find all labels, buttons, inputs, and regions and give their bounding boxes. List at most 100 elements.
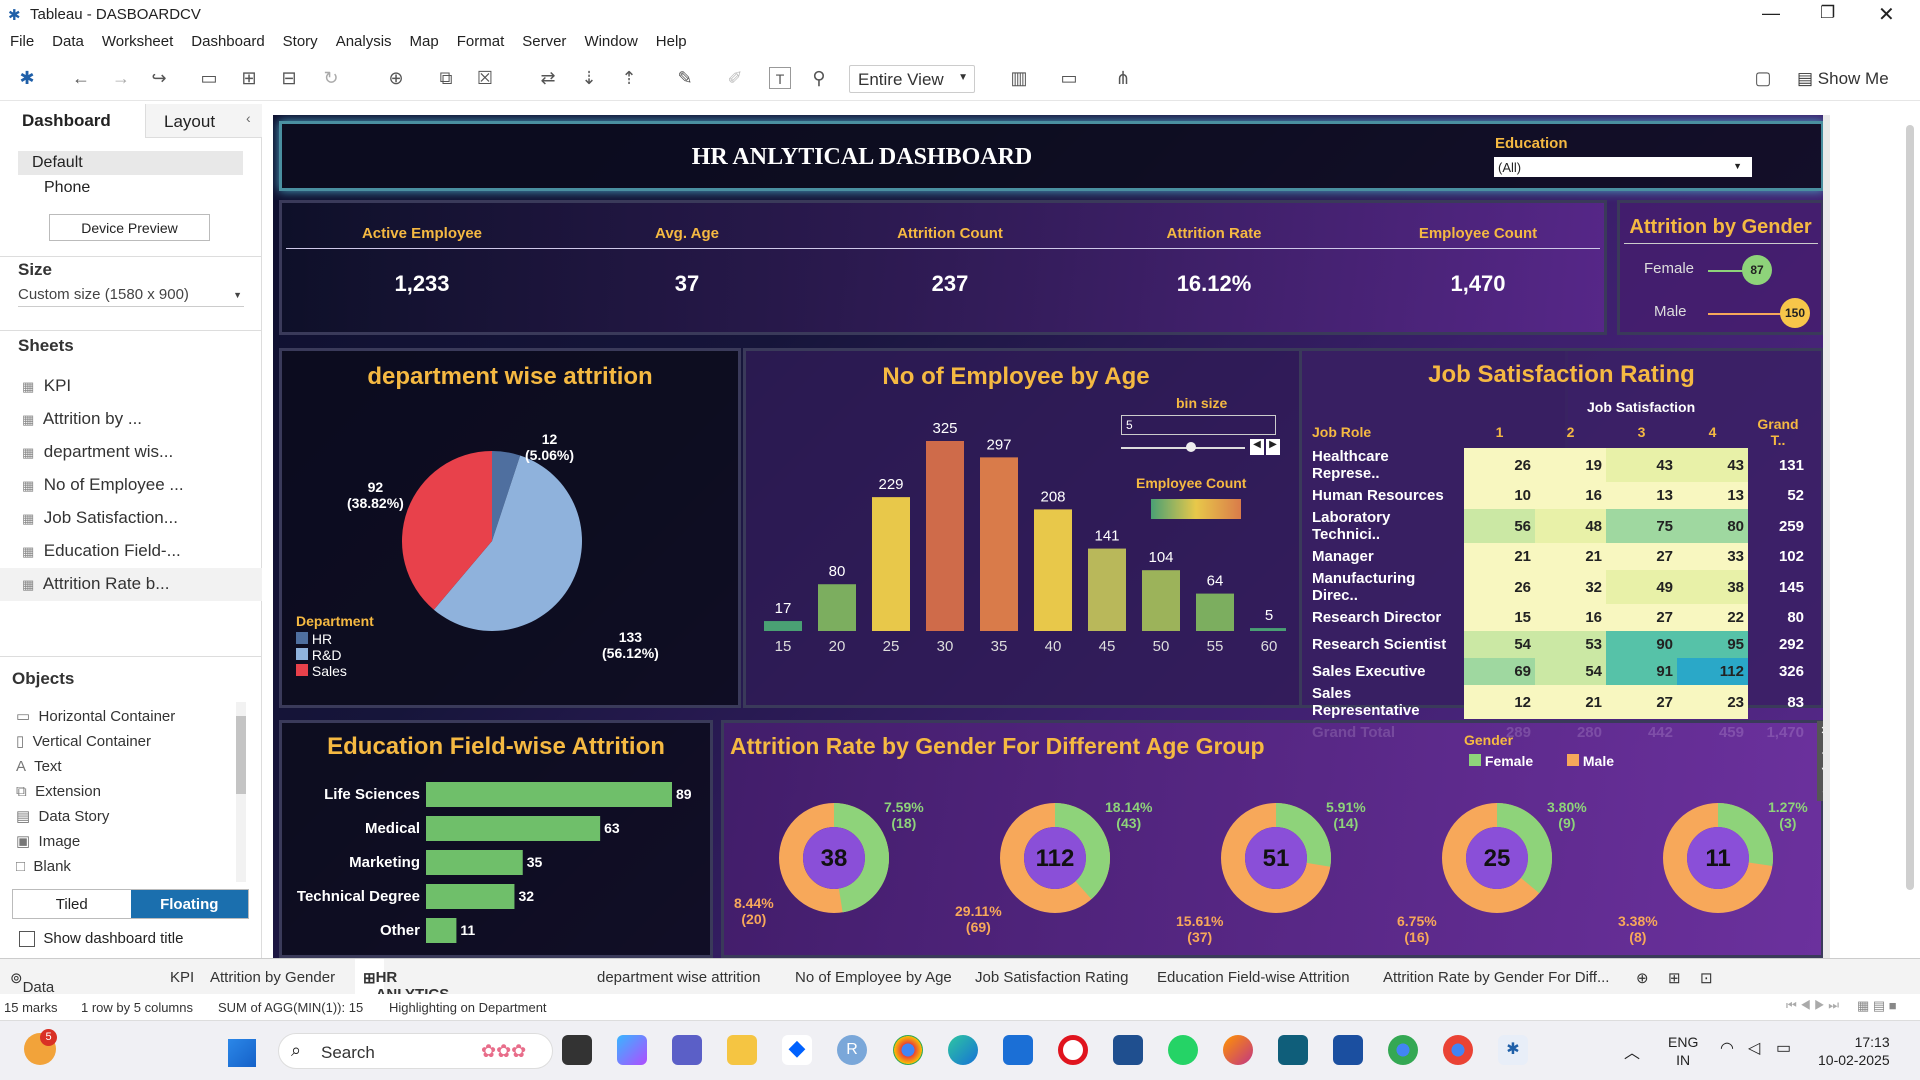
bar-chart-icon[interactable]: ▥ xyxy=(1008,67,1030,89)
tiled-button[interactable]: Tiled xyxy=(13,890,131,918)
volume-icon[interactable]: ◁ xyxy=(1748,1038,1760,1058)
show-me-button[interactable]: ▤ Show Me xyxy=(1797,69,1889,89)
checkbox-box[interactable] xyxy=(19,931,35,948)
presentation-icon[interactable]: ▭ xyxy=(1058,67,1080,89)
age-bar[interactable] xyxy=(818,584,856,631)
job-cell[interactable]: 19 xyxy=(1535,448,1606,482)
age-bar[interactable] xyxy=(1088,548,1126,631)
edu-bar[interactable] xyxy=(426,884,515,909)
sheet-item[interactable]: ▦ Education Field-... xyxy=(22,535,262,568)
canvas-scrollbar[interactable] xyxy=(1823,115,1830,958)
pause-update-icon[interactable]: ⊟ xyxy=(278,67,300,89)
sheet-item[interactable]: ▦ No of Employee ... xyxy=(22,469,262,502)
job-cell[interactable]: 95 xyxy=(1677,631,1748,658)
job-row[interactable]: Sales Representative 12 21 27 23 83 xyxy=(1308,685,1808,719)
menu-server[interactable]: Server xyxy=(512,30,574,50)
bin-size-input[interactable]: 5 xyxy=(1121,415,1276,435)
object-blank[interactable]: □ Blank xyxy=(16,854,175,879)
sort-asc-icon[interactable]: ⇣ xyxy=(578,67,600,89)
menu-dashboard[interactable]: Dashboard xyxy=(181,30,272,50)
task-view-icon[interactable] xyxy=(562,1035,592,1065)
sheet-item[interactable]: ▦ Attrition Rate b... xyxy=(0,568,262,601)
object-vertical-container[interactable]: ▯ Vertical Container xyxy=(16,729,175,754)
legend-item[interactable]: HR xyxy=(296,631,374,647)
age-bar[interactable] xyxy=(980,457,1018,631)
swap-icon[interactable]: ⇄ xyxy=(537,67,559,89)
job-cell[interactable]: 112 xyxy=(1677,658,1748,685)
tab-data-source[interactable]: ⊚ Data Source xyxy=(10,969,70,1013)
edu-bar[interactable] xyxy=(426,850,523,875)
tab-job-satisfaction[interactable]: Job Satisfaction Rating xyxy=(975,969,1128,986)
battery-icon[interactable]: ▭ xyxy=(1776,1038,1791,1058)
slider-thumb[interactable] xyxy=(1186,442,1196,452)
restore-icon[interactable]: ❐ xyxy=(1820,3,1835,23)
group-icon[interactable]: ✐ xyxy=(724,67,746,89)
undo-icon[interactable]: ← xyxy=(70,67,92,89)
job-row[interactable]: Laboratory Technici.. 56 48 75 80 259 xyxy=(1308,509,1808,543)
menu-format[interactable]: Format xyxy=(447,30,513,50)
job-cell[interactable]: 69 xyxy=(1464,658,1535,685)
age-bar[interactable] xyxy=(1034,509,1072,631)
new-sheet-icon[interactable]: ⊕ xyxy=(1636,969,1649,987)
menu-analysis[interactable]: Analysis xyxy=(326,30,400,50)
donut-chart[interactable]: 112 xyxy=(1000,803,1110,913)
job-cell[interactable]: 48 xyxy=(1535,509,1606,543)
new-story-icon[interactable]: ⊡ xyxy=(1700,969,1713,987)
job-cell[interactable]: 26 xyxy=(1464,570,1535,604)
menu-data[interactable]: Data xyxy=(42,30,92,50)
job-cell[interactable]: 22 xyxy=(1677,604,1748,631)
female-lollipop[interactable]: 87 xyxy=(1742,255,1772,285)
clock[interactable]: 17:13 10-02-2025 xyxy=(1818,1033,1890,1069)
age-bar[interactable] xyxy=(764,621,802,631)
job-cell[interactable]: 27 xyxy=(1606,604,1677,631)
tab-hr-dashboard[interactable]: ⊞ HR ANLYTICS DASHBOARD xyxy=(355,959,473,1020)
tab-attrition-by-gender[interactable]: Attrition by Gender xyxy=(210,969,335,986)
menu-story[interactable]: Story xyxy=(273,30,326,50)
education-filter-select[interactable]: (All) ▼ xyxy=(1494,157,1752,177)
menu-map[interactable]: Map xyxy=(400,30,447,50)
job-cell[interactable]: 43 xyxy=(1677,448,1748,482)
nav-arrows-icon[interactable]: ⏮ ◀ ▶ ⏭ xyxy=(1786,998,1839,1013)
teams-icon[interactable] xyxy=(672,1035,702,1065)
job-row-total[interactable]: 131 xyxy=(1748,448,1808,482)
vertical-scrollbar[interactable] xyxy=(1906,125,1914,890)
job-cell[interactable]: 90 xyxy=(1606,631,1677,658)
job-cell[interactable]: 21 xyxy=(1535,543,1606,570)
donut-chart[interactable]: 11 xyxy=(1663,803,1773,913)
view-toggle-icon[interactable]: ▦ ▤ ■ xyxy=(1857,998,1897,1014)
save-icon[interactable]: ▭ xyxy=(198,67,220,89)
new-sheet-icon[interactable]: ⊕ xyxy=(385,67,407,89)
tab-layout[interactable]: Layout ‹ xyxy=(145,104,262,138)
replay-icon[interactable]: ↪ xyxy=(148,67,170,89)
bin-size-slider[interactable] xyxy=(1121,447,1245,449)
job-cell[interactable]: 10 xyxy=(1464,482,1535,509)
legend-item[interactable]: Sales xyxy=(296,663,374,679)
sheet-item[interactable]: ▦ Attrition by ... xyxy=(22,403,262,436)
wifi-icon[interactable]: ◠ xyxy=(1720,1038,1734,1058)
job-cell[interactable]: 56 xyxy=(1464,509,1535,543)
donut-chart[interactable]: 51 xyxy=(1221,803,1331,913)
copilot-icon[interactable] xyxy=(617,1035,647,1065)
sheet-item[interactable]: ▦ KPI xyxy=(22,370,262,403)
job-row-total[interactable]: 83 xyxy=(1748,685,1808,719)
job-row-total[interactable]: 292 xyxy=(1748,631,1808,658)
job-cell[interactable]: 43 xyxy=(1606,448,1677,482)
minimize-icon[interactable]: — xyxy=(1762,3,1780,24)
tray-chevron-icon[interactable]: ︿ xyxy=(1624,1039,1640,1063)
show-title-checkbox[interactable]: Show dashboard title xyxy=(19,930,183,948)
menu-worksheet[interactable]: Worksheet xyxy=(92,30,181,50)
language-indicator[interactable]: ENG IN xyxy=(1668,1033,1698,1069)
floating-button[interactable]: Floating xyxy=(130,890,248,918)
job-row[interactable]: Manager 21 21 27 33 102 xyxy=(1308,543,1808,570)
edu-bar[interactable] xyxy=(426,918,457,943)
donut-chart[interactable]: 25 xyxy=(1442,803,1552,913)
tooltip-icon[interactable]: ▢ xyxy=(1752,67,1774,89)
job-row-total[interactable]: 102 xyxy=(1748,543,1808,570)
job-row-total[interactable]: 145 xyxy=(1748,570,1808,604)
tab-attrition-rate-gender[interactable]: Attrition Rate by Gender For Diff... xyxy=(1383,969,1609,986)
edu-bar[interactable] xyxy=(426,782,672,807)
s-app-icon[interactable] xyxy=(1278,1035,1308,1065)
edu-bar[interactable] xyxy=(426,816,601,841)
job-cell[interactable]: 23 xyxy=(1677,685,1748,719)
job-cell[interactable]: 53 xyxy=(1535,631,1606,658)
